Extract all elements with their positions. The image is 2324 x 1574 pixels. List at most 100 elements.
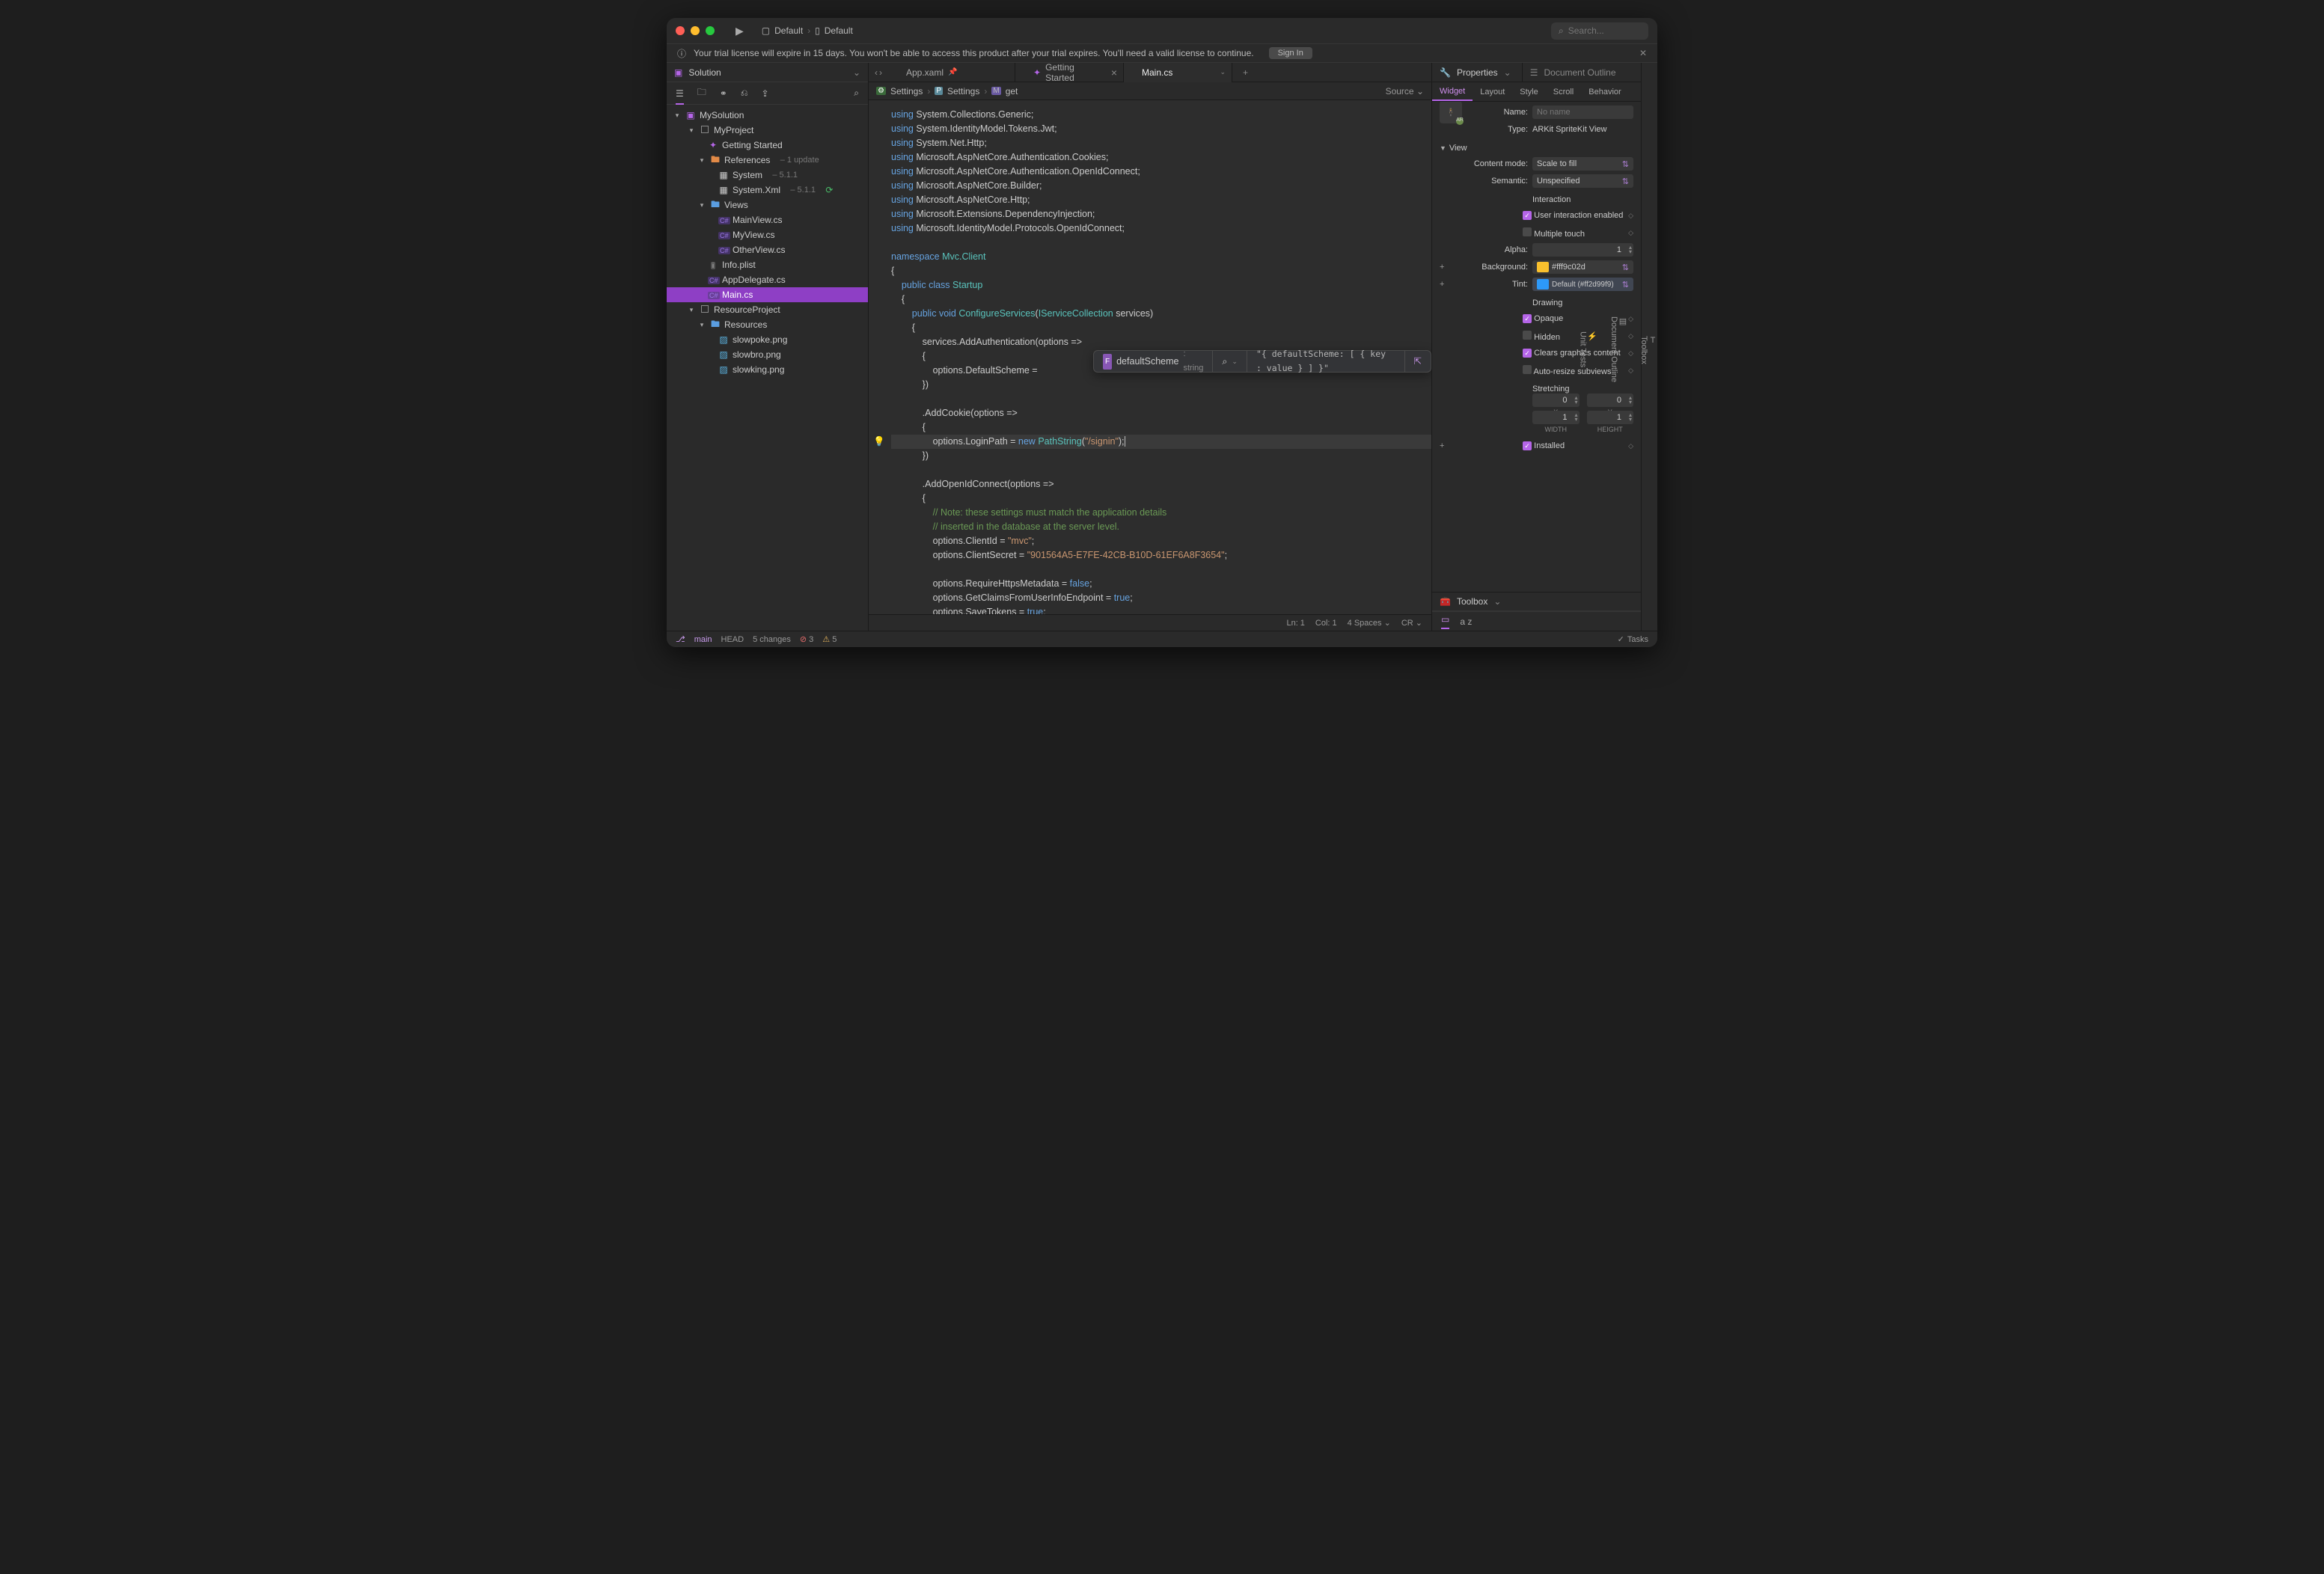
tab-scroll[interactable]: Scroll <box>1546 82 1582 101</box>
search-icon[interactable]: ⌕ <box>854 88 859 99</box>
tab-layout[interactable]: Layout <box>1473 82 1512 101</box>
rail-unit-tests[interactable]: ⚡Unit Tests <box>1578 331 1597 367</box>
close-tab-button[interactable]: × <box>1111 67 1117 79</box>
add-prop-button[interactable]: + <box>1440 263 1449 272</box>
prop-alpha-input[interactable]: 1▴▾ <box>1532 243 1633 257</box>
rail-toolbox[interactable]: TToolbox <box>1639 336 1657 364</box>
toolbox-header[interactable]: 🧰Toolbox⌄ <box>1432 592 1641 611</box>
signin-button[interactable]: Sign In <box>1269 47 1312 59</box>
add-prop-button[interactable]: + <box>1440 441 1449 450</box>
errors-badge[interactable]: ⊘ 3 <box>800 634 813 644</box>
tree-references[interactable]: ▾🖿References – 1 update <box>667 153 868 168</box>
pin-tooltip-button[interactable]: ⇱ <box>1414 355 1422 369</box>
checkbox-autoresize[interactable] <box>1523 365 1532 374</box>
tree-project-node[interactable]: ▾MyProject <box>667 123 868 138</box>
tree-reference-item[interactable]: ▦System.Xml – 5.1.1 ⟳ <box>667 183 868 197</box>
tree-getting-started[interactable]: ✦Getting Started <box>667 138 868 153</box>
section-view[interactable]: View <box>1449 144 1467 153</box>
stretch-y-input[interactable]: 0▴▾ <box>1587 394 1634 407</box>
editor-tab[interactable]: App.xaml📌 <box>888 63 1015 82</box>
editor-tab[interactable]: ✦Getting Started× <box>1015 63 1124 82</box>
cursor-line[interactable]: Ln: 1 <box>1286 619 1304 628</box>
git-branch[interactable]: main <box>694 635 712 644</box>
checkbox-hidden[interactable] <box>1523 331 1532 340</box>
class-view-button[interactable]: ⚭ <box>720 88 727 99</box>
prop-semantic-select[interactable]: Unspecified⇅ <box>1532 174 1633 188</box>
solution-icon: ▣ <box>674 67 682 78</box>
tree-file[interactable]: iInfo.plist <box>667 257 868 272</box>
checkbox-clears[interactable]: ✓ <box>1523 349 1532 358</box>
branch-view-button[interactable]: ⎌ <box>741 88 748 99</box>
eol-selector[interactable]: CR ⌄ <box>1401 618 1422 628</box>
breadcrumb-item[interactable]: get <box>1006 86 1018 97</box>
lightbulb-icon[interactable]: 💡 <box>873 435 885 449</box>
banner-close-button[interactable]: ✕ <box>1639 48 1647 58</box>
toolbox-grid-view[interactable]: ▭ <box>1441 614 1449 629</box>
add-prop-button[interactable]: + <box>1440 280 1449 289</box>
checkbox-mt[interactable] <box>1523 227 1532 236</box>
git-changes[interactable]: 5 changes <box>753 635 791 644</box>
document-outline-header[interactable]: ☰Document Outline <box>1522 63 1641 82</box>
tree-file[interactable]: C#MainView.cs <box>667 212 868 227</box>
tree-file-selected[interactable]: C#Main.cs <box>667 287 868 302</box>
git-head[interactable]: HEAD <box>721 635 744 644</box>
tree-file[interactable]: C#MyView.cs <box>667 227 868 242</box>
list-view-button[interactable]: ☰ <box>676 88 684 105</box>
global-search[interactable]: ⌕ <box>1551 22 1648 40</box>
minimize-window-button[interactable] <box>691 26 700 35</box>
run-target-selector[interactable]: ▢ Default › ▯ Default <box>754 23 860 38</box>
run-button[interactable]: ▶ <box>736 25 744 37</box>
tree-solution-node[interactable]: ▾▣MySolution <box>667 108 868 123</box>
close-window-button[interactable] <box>676 26 685 35</box>
tree-image-file[interactable]: ▨slowpoke.png <box>667 332 868 347</box>
properties-header[interactable]: 🔧Properties⌄ <box>1432 63 1522 82</box>
tree-resources-folder[interactable]: ▾🖿Resources <box>667 317 868 332</box>
code-editor[interactable]: using System.Collections.Generic; using … <box>869 100 1431 614</box>
toolbox-sort-button[interactable]: a z <box>1460 616 1472 627</box>
prop-tint-label: Tint: <box>1453 280 1528 289</box>
tasks-button[interactable]: ✓ Tasks <box>1618 634 1648 644</box>
prop-name-input[interactable]: No name <box>1532 105 1633 119</box>
breadcrumb-item[interactable]: Settings <box>890 86 923 97</box>
tree-reference-item[interactable]: ▦System – 5.1.1 <box>667 168 868 183</box>
tab-widget[interactable]: Widget <box>1432 82 1473 101</box>
chevron-down-icon[interactable]: ⌄ <box>853 67 860 78</box>
prop-background-input[interactable]: #fff9c02d⇅ <box>1532 260 1633 274</box>
tab-behavior[interactable]: Behavior <box>1581 82 1628 101</box>
stretch-w-input[interactable]: 1▴▾ <box>1532 411 1580 424</box>
global-search-input[interactable] <box>1568 25 1636 36</box>
deploy-view-button[interactable]: ⇪ <box>761 88 768 99</box>
search-icon[interactable]: ⌕ <box>1222 355 1227 369</box>
breadcrumb-item[interactable]: Settings <box>947 86 979 97</box>
checkbox-uie[interactable]: ✓ <box>1523 211 1532 220</box>
prop-contentmode-select[interactable]: Scale to fill⇅ <box>1532 157 1633 171</box>
tree-views-folder[interactable]: ▾🖿Views <box>667 197 868 212</box>
new-tab-button[interactable]: + <box>1232 67 1259 78</box>
tab-style[interactable]: Style <box>1512 82 1545 101</box>
intellisense-tooltip: F defaultScheme : string ⌕⌄ "{ defaultSc… <box>1093 350 1431 373</box>
chevron-down-icon[interactable]: ⌄ <box>1220 68 1226 76</box>
pin-icon[interactable]: 📌 <box>948 68 957 76</box>
indent-selector[interactable]: 4 Spaces ⌄ <box>1348 618 1391 628</box>
prop-tint-input[interactable]: Default (#ff2d99f9)⇅ <box>1532 278 1633 291</box>
checkbox-installed[interactable]: ✓ <box>1523 441 1532 450</box>
folder-view-button[interactable]: 🗀 <box>697 85 706 101</box>
cursor-col[interactable]: Col: 1 <box>1315 619 1337 628</box>
editor-tab-active[interactable]: Main.cs⌄ <box>1124 63 1232 82</box>
rail-document-outline[interactable]: ▤Document Outline <box>1609 316 1627 382</box>
tree-project-node[interactable]: ▾ResourceProject <box>667 302 868 317</box>
checkbox-opaque[interactable]: ✓ <box>1523 314 1532 323</box>
tree-image-file[interactable]: ▨slowking.png <box>667 362 868 377</box>
view-mode-selector[interactable]: Source ⌄ <box>1386 86 1424 97</box>
stretch-h-input[interactable]: 1▴▾ <box>1587 411 1634 424</box>
maximize-window-button[interactable] <box>706 26 715 35</box>
prop-alpha-label: Alpha: <box>1440 245 1528 254</box>
tree-file[interactable]: C#AppDelegate.cs <box>667 272 868 287</box>
stretch-x-input[interactable]: 0▴▾ <box>1532 394 1580 407</box>
nav-forward-button[interactable]: › <box>879 67 882 78</box>
solution-pad-header[interactable]: ▣ Solution ⌄ <box>667 63 868 82</box>
tree-image-file[interactable]: ▨slowbro.png <box>667 347 868 362</box>
nav-back-button[interactable]: ‹ <box>875 67 878 78</box>
warnings-badge[interactable]: ⚠ 5 <box>822 634 837 644</box>
tree-file[interactable]: C#OtherView.cs <box>667 242 868 257</box>
